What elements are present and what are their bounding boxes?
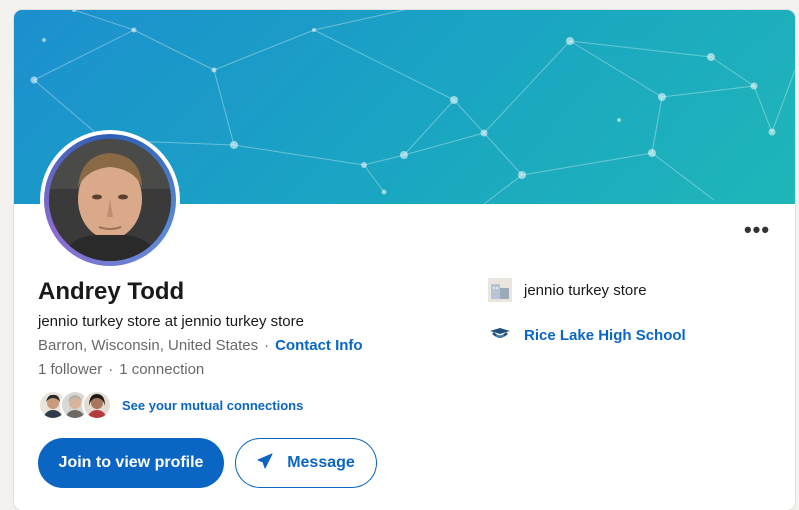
avatar-border: [44, 134, 176, 266]
mutual-avatars: [38, 390, 112, 420]
message-button[interactable]: Message: [235, 438, 377, 488]
mutual-connections-link[interactable]: See your mutual connections: [122, 398, 303, 413]
profile-photo[interactable]: [40, 130, 180, 270]
more-horizontal-icon: •••: [743, 217, 771, 242]
network-stats: 1 follower · 1 connection: [38, 361, 204, 378]
school-logo-icon: [488, 323, 512, 347]
join-to-view-profile-button[interactable]: Join to view profile: [38, 438, 224, 488]
profile-name: Andrey Todd: [38, 278, 185, 305]
contact-info-link[interactable]: Contact Info: [275, 337, 363, 354]
paper-plane-icon: [257, 453, 273, 474]
person-photo-icon: [49, 139, 171, 261]
school-name: Rice Lake High School: [524, 326, 686, 344]
education-school[interactable]: Rice Lake High School: [488, 323, 686, 347]
location-separator: ·: [264, 337, 270, 354]
current-company[interactable]: jennio turkey store: [488, 278, 647, 302]
location-text: Barron, Wisconsin, United States: [38, 337, 259, 354]
company-name: jennio turkey store: [524, 281, 647, 299]
more-options-button[interactable]: •••: [741, 218, 773, 242]
mutual-connections[interactable]: See your mutual connections: [38, 390, 303, 420]
followers-count: 1 follower: [38, 361, 103, 378]
company-logo-icon: [488, 278, 512, 302]
avatar: [49, 139, 171, 261]
stats-separator: ·: [108, 361, 114, 378]
location-row: Barron, Wisconsin, United States · Contact…: [38, 337, 363, 354]
message-button-label: Message: [287, 454, 355, 471]
connections-count: 1 connection: [119, 361, 205, 378]
profile-card: ••• Andrey Todd jennio turkey store at j…: [14, 10, 795, 510]
mutual-avatar-3: [82, 390, 112, 420]
profile-headline: jennio turkey store at jennio turkey sto…: [38, 313, 304, 330]
